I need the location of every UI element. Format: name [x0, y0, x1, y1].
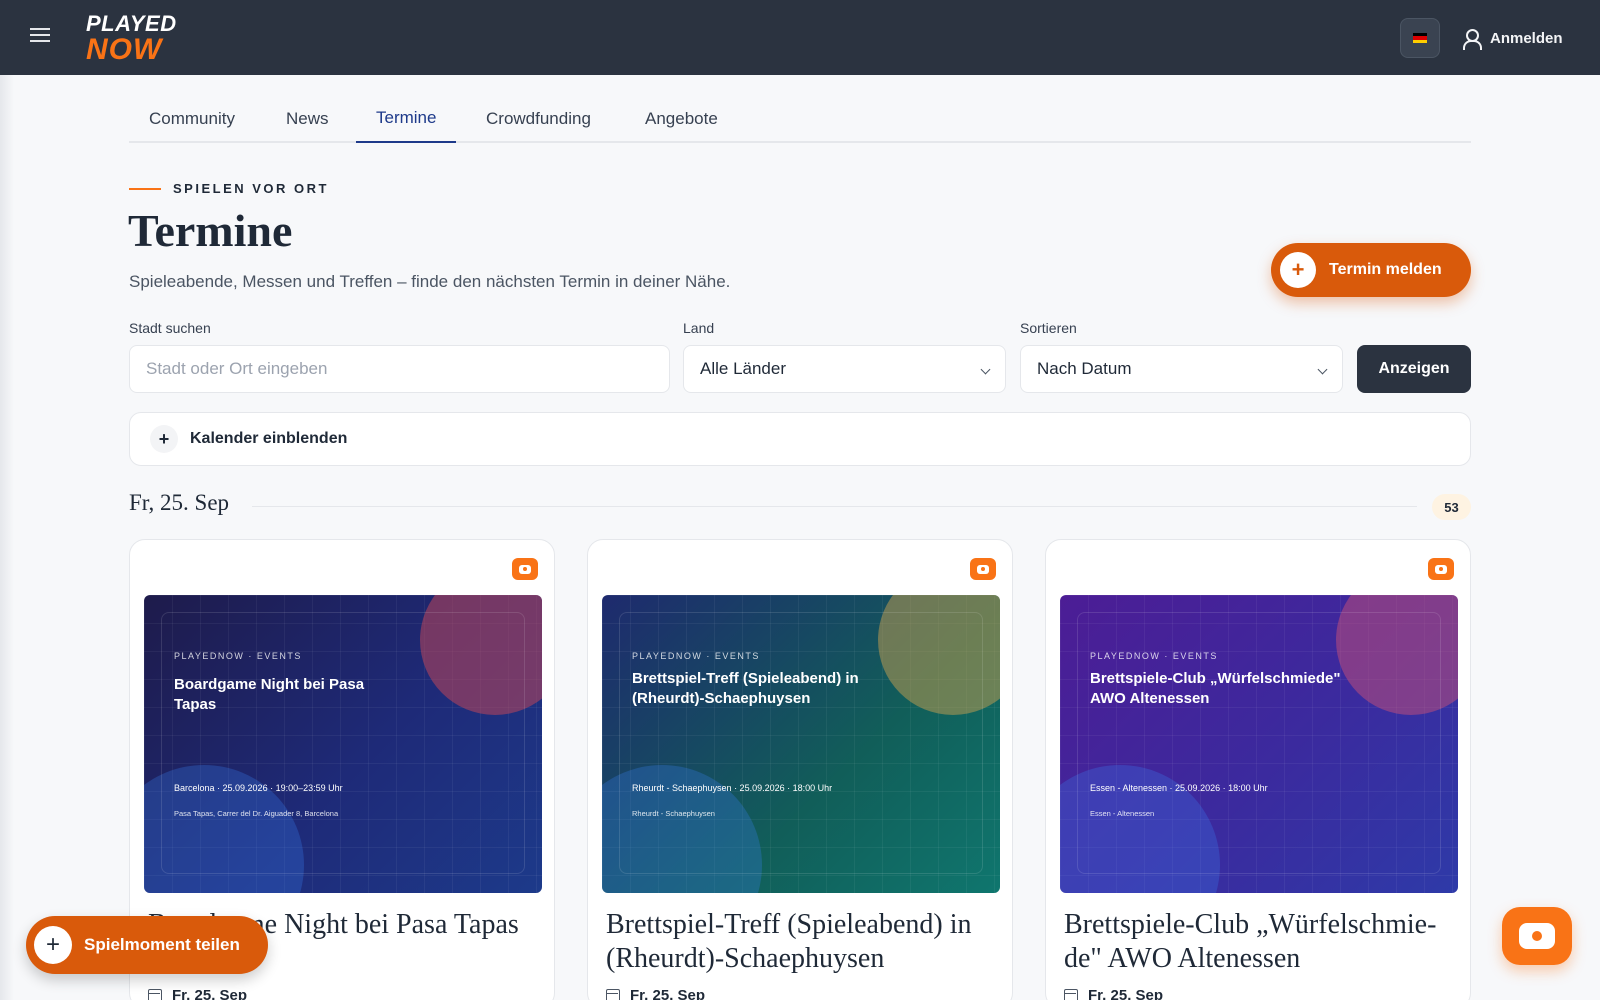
game-controller-button[interactable]: [1502, 907, 1572, 965]
plus-icon: +: [34, 926, 72, 964]
thumb-kicker: PLAYEDNOW · EVENTS: [174, 651, 302, 661]
city-field: [129, 345, 670, 393]
thumb-address: Pasa Tapas, Carrer del Dr. Aiguader 8, B…: [174, 809, 339, 818]
country-label: Land: [683, 320, 715, 336]
kicker-text: SPIELEN VOR ORT: [173, 181, 329, 196]
report-event-label: Termin melden: [1329, 261, 1442, 278]
event-thumbnail: PLAYEDNOW · EVENTS Brettspiele-Club „Wür…: [1060, 595, 1458, 893]
thumb-address: Rheurdt - Schaephuysen: [632, 809, 715, 818]
thumb-title: Boardgame Night bei Pasa Tapas: [174, 676, 365, 713]
country-value: Alle Länder: [700, 359, 787, 378]
kicker-accent-line: [129, 187, 161, 190]
sort-value: Nach Datum: [1037, 359, 1132, 378]
tab-community[interactable]: Community: [149, 95, 235, 143]
event-card[interactable]: PLAYEDNOW · EVENTS Brettspiele-Club „Wür…: [1045, 539, 1471, 1000]
thumb-meta: Essen - Altenessen · 25.09.2026 · 18:00 …: [1090, 783, 1268, 793]
country-select[interactable]: Alle Länder: [683, 345, 1006, 393]
playednow-badge-icon: [1428, 558, 1454, 580]
calendar-icon: [1064, 988, 1078, 1000]
show-button[interactable]: Anzeigen: [1357, 345, 1471, 393]
tab-news[interactable]: News: [286, 95, 329, 143]
sort-select[interactable]: Nach Datum: [1020, 345, 1343, 393]
plus-icon: +: [1280, 252, 1316, 288]
calendar-toggle[interactable]: + Kalender einblenden: [129, 412, 1471, 466]
chevron-down-icon: [980, 364, 991, 375]
share-moment-button[interactable]: + Spielmoment teilen: [26, 916, 268, 974]
report-event-button[interactable]: + Termin melden: [1271, 243, 1471, 297]
thumb-kicker: PLAYEDNOW · EVENTS: [632, 651, 760, 661]
plus-icon: +: [150, 425, 178, 453]
thumb-title: Brettspiel-Treff (Spieleabend) in (Rheur…: [632, 670, 859, 707]
event-date: Fr, 25. Sep: [1064, 987, 1163, 1000]
logo-bottom-text: NOW: [86, 33, 163, 66]
game-controller-icon: [1519, 923, 1555, 949]
thumb-kicker: PLAYEDNOW · EVENTS: [1090, 651, 1218, 661]
city-input[interactable]: [146, 359, 669, 379]
german-flag-icon: [1413, 33, 1427, 43]
tab-crowdfunding[interactable]: Crowdfunding: [486, 95, 591, 143]
event-title[interactable]: Brettspiele-Club „Würfelschmie-de" AWO A…: [1064, 908, 1456, 976]
tab-termine[interactable]: Termine: [356, 95, 457, 143]
menu-icon[interactable]: [30, 24, 60, 52]
section-tabs: Community News Termine Crowdfunding Ange…: [129, 95, 1471, 143]
thumb-address: Essen - Altenessen: [1090, 809, 1155, 818]
logo[interactable]: PLAYED NOW: [86, 12, 198, 66]
event-date-text: Fr, 25. Sep: [1088, 987, 1164, 1000]
page-title: Termine: [128, 205, 293, 256]
event-date: Fr, 25. Sep: [606, 987, 705, 1000]
top-bar: PLAYED NOW Anmelden: [0, 0, 1600, 75]
thumb-title: Brettspiele-Club „Würfelschmiede" AWO Al…: [1090, 670, 1341, 707]
city-label: Stadt suchen: [129, 320, 211, 336]
calendar-icon: [148, 988, 162, 1000]
share-moment-label: Spielmoment teilen: [84, 935, 240, 954]
page-subtitle: Spieleabende, Messen und Treffen – finde…: [129, 272, 731, 291]
event-thumbnail: PLAYEDNOW · EVENTS Boardgame Night bei P…: [144, 595, 542, 893]
login-button[interactable]: Anmelden: [1462, 24, 1563, 52]
thumb-meta: Rheurdt - Schaephuysen · 25.09.2026 · 18…: [632, 783, 833, 793]
chevron-down-icon: [1317, 364, 1328, 375]
tab-angebote[interactable]: Angebote: [645, 95, 718, 143]
calendar-icon: [606, 988, 620, 1000]
calendar-toggle-label: Kalender einblenden: [190, 430, 348, 447]
event-thumbnail: PLAYEDNOW · EVENTS Brettspiel-Treff (Spi…: [602, 595, 1000, 893]
playednow-badge-icon: [512, 558, 538, 580]
user-icon: [1462, 28, 1482, 50]
event-count-badge: 53: [1432, 494, 1471, 520]
sort-label: Sortieren: [1020, 320, 1077, 336]
left-edge-shade: [0, 75, 14, 1000]
event-date-text: Fr, 25. Sep: [630, 987, 706, 1000]
date-divider: [252, 506, 1417, 507]
login-label: Anmelden: [1490, 29, 1563, 47]
playednow-badge-icon: [970, 558, 996, 580]
event-date: Fr, 25. Sep: [148, 987, 247, 1000]
thumb-meta: Barcelona · 25.09.2026 · 19:00–23:59 Uhr: [174, 783, 343, 793]
event-card[interactable]: PLAYEDNOW · EVENTS Brettspiel-Treff (Spi…: [587, 539, 1013, 1000]
language-button[interactable]: [1400, 18, 1440, 58]
event-title[interactable]: Brettspiel-Treff (Spieleabend) in (Rheur…: [606, 908, 998, 976]
date-group-heading: Fr, 25. Sep: [129, 490, 230, 515]
event-date-text: Fr, 25. Sep: [172, 987, 248, 1000]
section-kicker: SPIELEN VOR ORT: [129, 181, 329, 196]
